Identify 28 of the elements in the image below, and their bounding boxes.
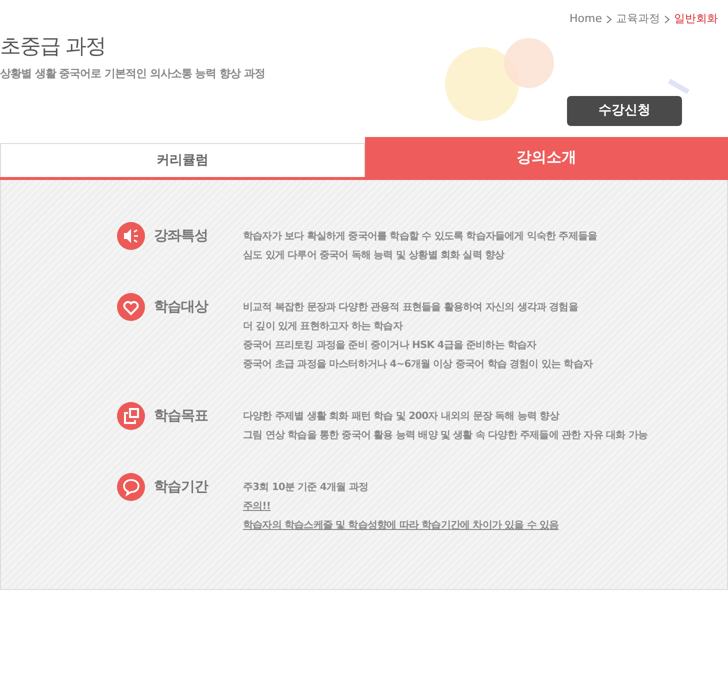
description-text: 비교적 복잡한 문장과 다양한 관용적 표현들을 활용하여 자신의 생각과 경험을: [243, 302, 578, 313]
section-title: 학습대상: [153, 298, 210, 317]
description-text: 학습자의 학습스케줄 및 학습성향에 따라 학습기간에 차이가 있을 수 있음: [243, 520, 559, 531]
page-title: 초중급 과정: [0, 34, 106, 60]
page-subtitle: 상황별 생활 중국어로 기본적인 의사소통 능력 향상 과정: [0, 66, 265, 82]
description-text: 다양한 주제별 생활 회화 패턴 학습 및 200자 내외의 문장 독해 능력 향상: [243, 411, 559, 422]
enroll-button[interactable]: 수강신청: [567, 96, 682, 126]
description-text: 심도 있게 다루어 중국어 독해 능력 및 상황별 회화 실력 향상: [243, 250, 504, 261]
breadcrumb-link[interactable]: 교육과정: [616, 11, 660, 28]
description-text: 중국어 프리토킹 과정을 준비 중이거나 HSK 4급을 준비하는 학습자: [243, 340, 536, 351]
description-text: 주의!!: [243, 501, 271, 512]
breadcrumb-link[interactable]: Home: [570, 11, 602, 28]
breadcrumb-link[interactable]: 일반회화: [674, 11, 718, 28]
description-text: 학습자가 보다 확실하게 중국어를 학습할 수 있도록 학습자들에게 익숙한 주제들을: [243, 231, 598, 242]
tab[interactable]: 커리큘럼: [0, 143, 365, 177]
section-title: 강좌특성: [153, 227, 209, 246]
chevron-icon: [664, 14, 670, 24]
section-title: 학습기간: [153, 478, 210, 497]
description-text: 주3회 10분 기준 4개월 과정: [243, 482, 368, 493]
squares-icon: [117, 402, 145, 430]
speech-bubble-icon: [117, 473, 145, 501]
description-text: 더 깊이 있게 표현하고자 하는 학습자: [243, 321, 402, 332]
speaker-icon: [117, 222, 145, 250]
description-text: 그림 연상 학습을 통한 중국어 활용 능력 배양 및 생활 속 다양한 주제들에 관한 자유 대화 가능: [243, 430, 648, 441]
tab[interactable]: 강의소개: [365, 137, 728, 177]
description-text: 중국어 초급 과정을 마스터하거나 4~6개월 이상 중국어 학습 경험이 있는 학습자: [243, 359, 593, 370]
chevron-icon: [606, 14, 612, 24]
section-title: 학습목표: [153, 407, 209, 426]
